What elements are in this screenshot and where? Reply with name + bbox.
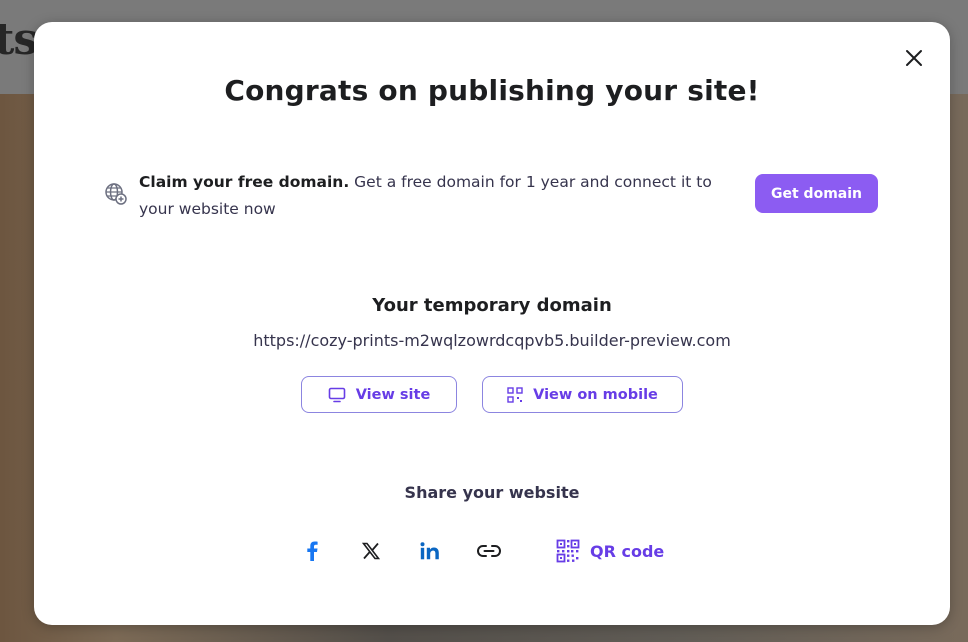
share-website-title: Share your website [404,483,580,502]
monitor-icon [328,387,346,402]
view-site-label: View site [355,386,431,403]
view-on-mobile-button[interactable]: View on mobile [482,376,683,413]
get-domain-button[interactable]: Get domain [755,174,878,213]
qr-code-label: QR code [590,541,665,561]
view-site-button[interactable]: View site [301,376,457,413]
x-icon [362,542,380,560]
share-x-button[interactable] [358,538,384,564]
qr-code-button[interactable]: QR code [556,536,664,566]
facebook-icon [307,541,318,561]
qr-code-icon [507,386,523,403]
close-icon [906,50,922,66]
close-button[interactable] [904,48,924,68]
globe-plus-icon [105,183,127,205]
share-linkedin-button[interactable] [417,538,443,564]
qr-code-icon [556,539,580,563]
temporary-domain-url: https://cozy-prints-m2wqlzowrdcqpvb5.bui… [253,331,731,350]
promo-text: Claim your free domain. Get a free domai… [139,169,719,223]
linkedin-icon [420,542,439,560]
view-on-mobile-label: View on mobile [533,386,658,403]
dialog-title: Congrats on publishing your site! [224,74,760,107]
free-domain-promo: Claim your free domain. Get a free domai… [104,171,880,221]
temporary-domain-title: Your temporary domain [372,295,612,316]
background-logo: ts [0,14,38,65]
promo-bold-text: Claim your free domain. [139,173,350,191]
link-icon [476,545,502,557]
copy-link-button[interactable] [476,538,502,564]
share-facebook-button[interactable] [299,538,325,564]
publish-success-dialog: Congrats on publishing your site! Claim … [34,22,950,625]
